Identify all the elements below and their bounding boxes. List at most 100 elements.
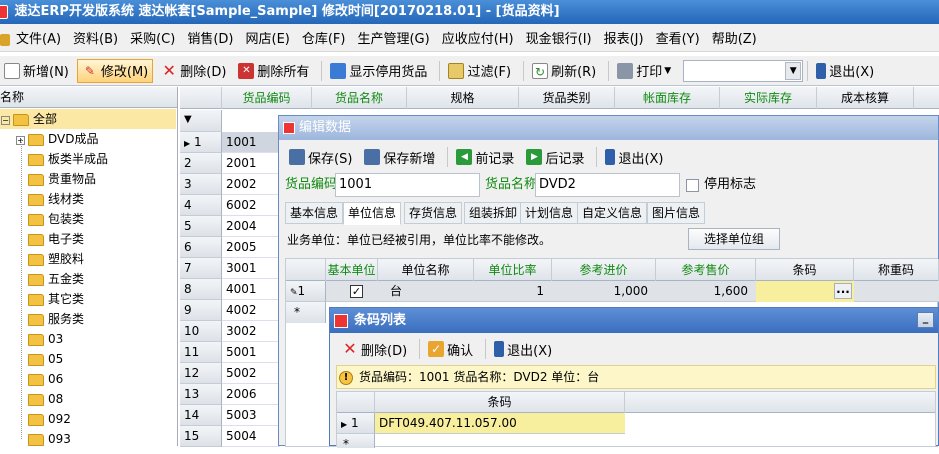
tab-unit[interactable]: 单位信息 — [343, 202, 402, 225]
menu-help[interactable]: 帮助(Z) — [706, 28, 763, 47]
tree-item[interactable]: 服务类 — [28, 309, 84, 329]
tree-item[interactable]: 板类半成品 — [28, 149, 108, 169]
grid-cell-code[interactable]: 2006 — [222, 384, 280, 405]
barcode-confirm-button[interactable]: ✓ 确认 — [424, 337, 477, 361]
col-ref-cost[interactable]: 参考进价 — [552, 259, 656, 281]
grid-cell-code[interactable]: 5004 — [222, 426, 280, 447]
save-button[interactable]: 保存(S) — [285, 145, 356, 169]
col-spec[interactable]: 规格 — [407, 87, 519, 109]
col-costing[interactable]: 成本核算 — [817, 87, 914, 109]
unit-name-cell[interactable]: 台 — [390, 281, 402, 301]
barcode-value-cell[interactable]: DFT049.407.11.057.00 — [375, 413, 625, 434]
name-field[interactable]: DVD2 — [535, 173, 680, 197]
delete-all-button[interactable]: ✕ 删除所有 — [234, 59, 313, 83]
col-actual-stock[interactable]: 实际库存 — [720, 87, 817, 109]
col-book-stock[interactable]: 帐面库存 — [615, 87, 720, 109]
menu-file[interactable]: 文件(A) — [0, 28, 67, 47]
tree-item[interactable]: 03 — [28, 329, 63, 349]
grid-cell-code[interactable]: 3001 — [222, 258, 280, 279]
col-unit-ratio[interactable]: 单位比率 — [474, 259, 552, 281]
grid-cell-code[interactable]: 4002 — [222, 300, 280, 321]
tree-item[interactable]: 五金类 — [28, 269, 84, 289]
tree-item[interactable]: 093 — [28, 429, 71, 449]
barcode-exit-button[interactable]: 退出(X) — [490, 337, 556, 361]
grid-cell-code[interactable]: 2001 — [222, 153, 280, 174]
col-category[interactable]: 货品类别 — [519, 87, 615, 109]
col-ref-price[interactable]: 参考售价 — [656, 259, 756, 281]
grid-cell-code[interactable]: 5003 — [222, 405, 280, 426]
grid-cell-code[interactable]: 2004 — [222, 216, 280, 237]
barcode-ellipsis-button[interactable]: ... — [834, 283, 852, 299]
menu-receivables[interactable]: 应收应付(H) — [436, 28, 520, 47]
col-unit-name[interactable]: 单位名称 — [378, 259, 474, 281]
minimize-button[interactable]: _ — [917, 312, 934, 328]
menu-reports[interactable]: 报表(J) — [598, 28, 650, 47]
menu-purchase[interactable]: 采购(C) — [124, 28, 181, 47]
save-new-button[interactable]: 保存新增 — [360, 145, 439, 169]
collapse-icon[interactable]: − — [1, 116, 10, 125]
tree-item[interactable]: 其它类 — [28, 289, 84, 309]
edit-button[interactable]: ✎ 修改(M) — [76, 58, 154, 83]
tab-custom[interactable]: 自定义信息 — [577, 202, 648, 224]
barcode-delete-button[interactable]: ✕ 删除(D) — [338, 337, 411, 361]
filter-button[interactable]: 过滤(F) — [444, 59, 515, 83]
ref-price-cell[interactable]: 1,600 — [656, 281, 756, 301]
tree-item[interactable]: 塑胶料 — [28, 249, 84, 269]
menu-view[interactable]: 查看(Y) — [650, 28, 706, 47]
prev-record-button[interactable]: ◀ 前记录 — [452, 145, 518, 169]
menu-data[interactable]: 资料(B) — [67, 28, 124, 47]
tree-item[interactable]: 08 — [28, 389, 63, 409]
base-unit-checkbox[interactable]: ✓ — [350, 285, 363, 298]
code-field[interactable]: 1001 — [335, 173, 480, 197]
col-barcode[interactable]: 条码 — [756, 259, 854, 281]
col-name[interactable]: 货品名称 — [312, 87, 407, 109]
grid-cell-code[interactable]: 6002 — [222, 195, 280, 216]
menu-sales[interactable]: 销售(D) — [181, 28, 239, 47]
col-code[interactable]: 货品编码 — [222, 87, 312, 109]
col-base-unit[interactable]: 基本单位 — [326, 259, 378, 281]
tab-picture[interactable]: 图片信息 — [647, 202, 706, 224]
menu-online-store[interactable]: 网店(E) — [240, 28, 296, 47]
col-barcode-list[interactable]: 条码 — [375, 392, 625, 413]
menu-cash-bank[interactable]: 现金银行(I) — [520, 28, 598, 47]
tab-plan[interactable]: 计划信息 — [520, 202, 579, 224]
tree-item[interactable]: 092 — [28, 409, 71, 429]
ref-cost-cell[interactable]: 1,000 — [552, 281, 656, 301]
menu-production[interactable]: 生产管理(G) — [351, 28, 435, 47]
select-unit-group-button[interactable]: 选择单位组 — [688, 228, 780, 250]
delete-button[interactable]: ✕ 删除(D) — [157, 59, 230, 83]
grid-cell-code[interactable]: 4001 — [222, 279, 280, 300]
new-button[interactable]: 新增(N) — [0, 59, 73, 83]
tab-assembly[interactable]: 组装拆卸 — [464, 202, 523, 224]
print-button[interactable]: 打印 ▼ — [613, 59, 675, 83]
disabled-checkbox[interactable] — [686, 179, 699, 192]
next-record-button[interactable]: ▶ 后记录 — [522, 145, 588, 169]
dialog-exit-button[interactable]: 退出(X) — [601, 145, 667, 169]
tab-stock[interactable]: 存货信息 — [404, 202, 463, 224]
grid-cell-code[interactable]: 5001 — [222, 342, 280, 363]
tree-item[interactable]: 贵重物品 — [28, 169, 96, 189]
tree-item[interactable]: 05 — [28, 349, 63, 369]
grid-cell-code[interactable]: 2002 — [222, 174, 280, 195]
tab-basic[interactable]: 基本信息 — [285, 202, 344, 224]
grid-cell-code[interactable]: 3002 — [222, 321, 280, 342]
show-disabled-button[interactable]: 显示停用货品 — [326, 59, 431, 83]
tree-item[interactable]: 线材类 — [28, 189, 84, 209]
search-combobox[interactable]: ▼ — [683, 59, 804, 82]
grid-cell-code[interactable]: 1001 — [222, 132, 280, 153]
grid-cell-code[interactable]: 2005 — [222, 237, 280, 258]
combobox-dropdown-icon[interactable]: ▼ — [785, 61, 802, 80]
grid-cell-code[interactable]: 5002 — [222, 363, 280, 384]
filter-row-icon[interactable]: ▼ — [180, 110, 222, 132]
tree-item[interactable]: 06 — [28, 369, 63, 389]
exit-button[interactable]: 退出(X) — [812, 59, 878, 83]
barcode-cell[interactable]: ... — [756, 281, 854, 302]
col-weigh-code[interactable]: 称重码 — [854, 259, 939, 281]
unit-ratio-cell[interactable]: 1 — [474, 281, 552, 301]
menu-warehouse[interactable]: 仓库(F) — [296, 28, 352, 47]
tree-item[interactable]: 包装类 — [28, 209, 84, 229]
refresh-button[interactable]: ↻ 刷新(R) — [528, 59, 600, 83]
tree-item-root[interactable]: − 全部 — [0, 109, 176, 129]
tree-item[interactable]: + DVD成品 — [16, 129, 98, 149]
tree-item[interactable]: 电子类 — [28, 229, 84, 249]
